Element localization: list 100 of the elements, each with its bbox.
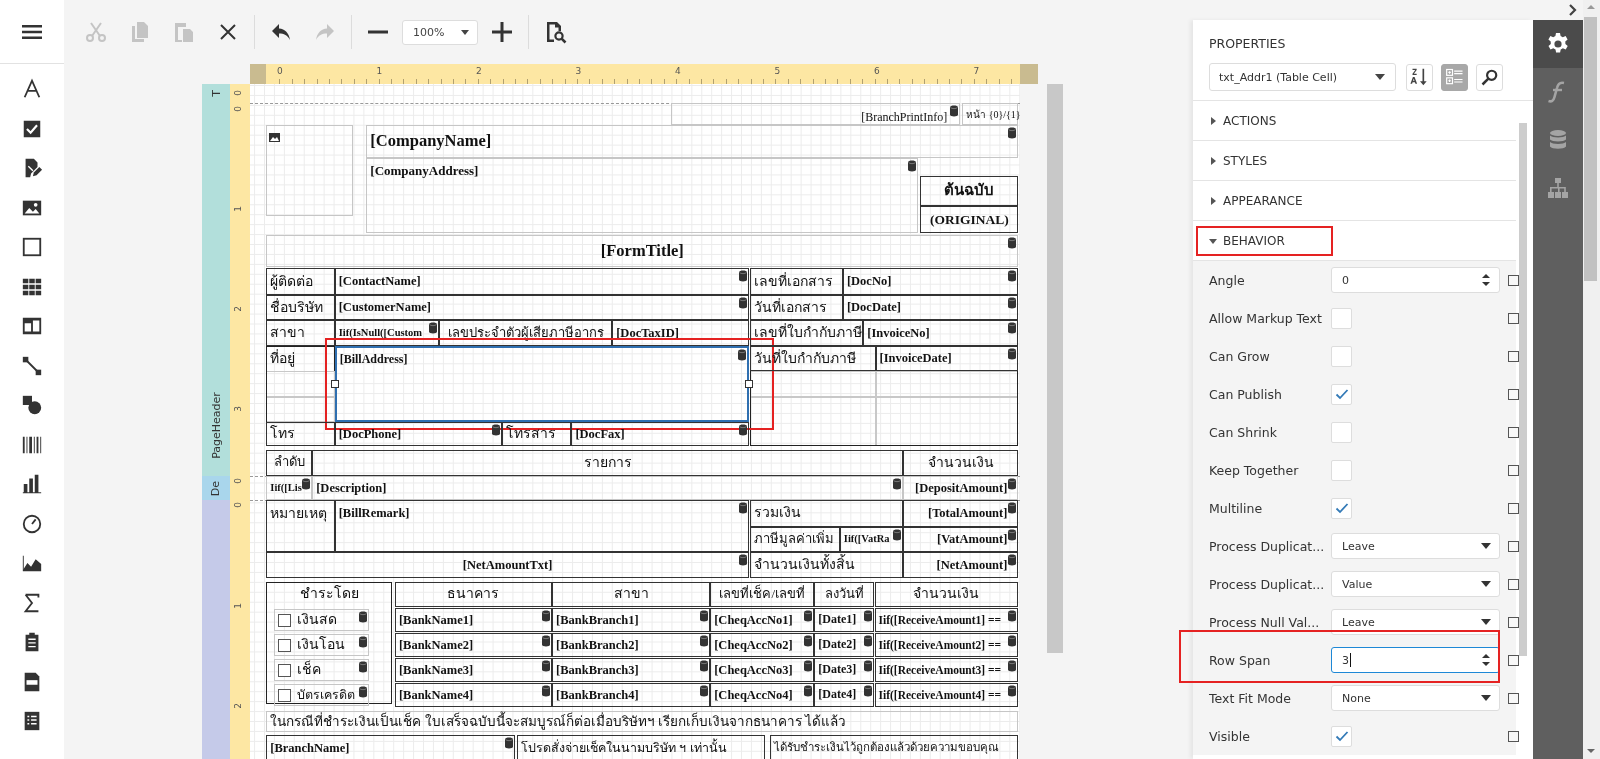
- gauge-icon[interactable]: [21, 512, 43, 535]
- report-cell[interactable]: บัตรเครดิต: [273, 684, 370, 707]
- report-cell[interactable]: ได้รับชำระเงินไว้ถูกต้องแล้วด้วยความขอบคุณ: [770, 734, 1019, 759]
- option-checkbox[interactable]: [1508, 731, 1519, 742]
- report-cell[interactable]: [BankBranch2]: [552, 633, 711, 658]
- report-cell[interactable]: [DocPhone]: [334, 422, 502, 446]
- collapse-icon[interactable]: [1568, 4, 1578, 16]
- option-checkbox[interactable]: [1508, 275, 1519, 286]
- report-cell[interactable]: ลำดับ: [266, 450, 313, 476]
- report-cell[interactable]: Iif([VatRa: [839, 526, 904, 552]
- report-cell[interactable]: ภาษีมูลค่าเพิ่ม: [750, 526, 840, 552]
- report-cell[interactable]: หมายเหตุ: [266, 500, 335, 552]
- option-checkbox[interactable]: [1508, 579, 1519, 590]
- report-cell[interactable]: [BankName1]: [394, 608, 552, 633]
- report-cell[interactable]: โทร: [266, 422, 335, 446]
- option-checkbox[interactable]: [1508, 313, 1519, 324]
- report-cell[interactable]: [TotalAmount]: [903, 500, 1019, 527]
- report-cell[interactable]: [VatAmount]: [903, 526, 1019, 552]
- resize-handle[interactable]: [745, 380, 753, 389]
- report-cell[interactable]: เลขที่เอกสาร: [750, 268, 843, 295]
- report-cell[interactable]: [InvoiceNo]: [863, 320, 1019, 346]
- section-header[interactable]: STYLES: [1193, 141, 1516, 181]
- report-cell[interactable]: [DocFax]: [571, 422, 749, 446]
- settings-tab[interactable]: [1533, 20, 1583, 68]
- report-cell[interactable]: [CompanyName]: [366, 124, 1019, 159]
- label-icon[interactable]: [21, 315, 43, 337]
- band-header[interactable]: PageHeader: [202, 103, 230, 476]
- report-cell[interactable]: [InvoiceDate]: [875, 345, 1019, 372]
- report-cell[interactable]: [BranchPrintInfo]: [671, 103, 961, 126]
- report-cell[interactable]: จำนวนเงิน: [874, 581, 1019, 608]
- report-cell[interactable]: ชำระโดย: [266, 581, 392, 608]
- report-cell[interactable]: หน้า {0}/{1}: [962, 103, 1019, 126]
- spinner-icon[interactable]: [1481, 272, 1491, 288]
- option-checkbox[interactable]: [1508, 427, 1519, 438]
- scrollbar[interactable]: [1519, 123, 1527, 656]
- rectangle-icon[interactable]: [21, 236, 43, 258]
- report-cell[interactable]: [Date4]: [814, 683, 875, 708]
- report-cell[interactable]: ชื่อบริษัท: [266, 294, 335, 321]
- report-cell[interactable]: (ORIGINAL): [920, 206, 1019, 233]
- report-cell[interactable]: [Date2]: [814, 633, 875, 658]
- report-cell[interactable]: [CheqAccNo3]: [710, 658, 815, 683]
- report-cell[interactable]: รวมเงิน: [750, 500, 904, 527]
- section-header[interactable]: ACTIONS: [1193, 101, 1516, 141]
- report-cell[interactable]: [BankBranch4]: [552, 683, 711, 708]
- report-cell[interactable]: [DepositAmount]: [903, 475, 1019, 500]
- object-selector[interactable]: txt_Addr1 (Table Cell): [1209, 63, 1396, 91]
- scrollbar[interactable]: [1583, 0, 1600, 759]
- report-cell[interactable]: [CheqAccNo4]: [710, 683, 815, 708]
- checkbox[interactable]: [277, 638, 291, 652]
- option-checkbox[interactable]: [1508, 465, 1519, 476]
- dropdown[interactable]: Leave: [1331, 533, 1500, 559]
- report-cell[interactable]: [DocTaxID]: [612, 320, 749, 346]
- band-header[interactable]: De: [202, 476, 230, 500]
- report-cell[interactable]: [Date3]: [814, 658, 875, 683]
- report-cell[interactable]: [DocDate]: [842, 294, 1019, 321]
- report-cell[interactable]: ในกรณีที่ชำระเงินเป็นเช็ค ใบเสร็จฉบับนี้จะสมบูรณ์ก็ต่อเมื่อบริษัทฯ เรียกเก็บเงินจากธนาคาร ได้แล้ว: [266, 711, 1019, 732]
- report-cell[interactable]: [BranchName]: [266, 734, 516, 759]
- report-cell[interactable]: [BillRemark]: [334, 500, 749, 552]
- checkbox[interactable]: [277, 663, 291, 677]
- plus-icon[interactable]: [490, 20, 514, 44]
- resize-handle[interactable]: [330, 380, 339, 389]
- band-header[interactable]: T: [202, 84, 230, 103]
- report-cell[interactable]: สาขา: [552, 581, 711, 608]
- report-cell[interactable]: ธนาคาร: [394, 581, 552, 608]
- dropdown[interactable]: Value: [1331, 571, 1500, 597]
- zoom-dropdown[interactable]: 100%: [402, 19, 478, 45]
- report-cell[interactable]: จำนวนเงิน: [903, 450, 1019, 476]
- option-checkbox[interactable]: [1508, 693, 1519, 704]
- report-cell[interactable]: [CustomerName]: [334, 294, 749, 321]
- scrollbar[interactable]: [1047, 84, 1063, 653]
- shapes-icon[interactable]: [21, 394, 43, 416]
- report-cell[interactable]: ต้นฉบับ: [920, 175, 1019, 207]
- report-cell[interactable]: Iif([ReceiveAmount4] ==: [874, 683, 1019, 708]
- checkbox[interactable]: [277, 688, 291, 702]
- report-cell[interactable]: วันที่เอกสาร: [750, 294, 843, 321]
- report-cell[interactable]: Iif([ReceiveAmount3] ==: [874, 658, 1019, 683]
- report-cell[interactable]: [BankBranch3]: [552, 658, 711, 683]
- option-checkbox[interactable]: [1508, 389, 1519, 400]
- option-checkbox[interactable]: [1508, 541, 1519, 552]
- dropdown[interactable]: Leave: [1331, 609, 1500, 635]
- sort-button[interactable]: [1406, 63, 1433, 91]
- search-button[interactable]: [1476, 63, 1503, 91]
- option-checkbox[interactable]: [1508, 351, 1519, 362]
- text-tool-icon[interactable]: [21, 78, 43, 100]
- report-cell[interactable]: ที่อยู่: [266, 345, 335, 372]
- report-cell[interactable]: สาขา: [266, 320, 335, 346]
- report-cell[interactable]: [BankName3]: [394, 658, 552, 683]
- report-cell[interactable]: Iif([ReceiveAmount1] ==: [874, 608, 1019, 633]
- dropdown[interactable]: None: [1331, 685, 1500, 711]
- report-cell[interactable]: เลขที่ใบกำกับภาษี: [750, 320, 864, 346]
- report-cell[interactable]: เลขประจำตัวผู้เสียภาษีอากร: [438, 320, 613, 346]
- report-cell[interactable]: [BankBranch1]: [552, 608, 711, 633]
- report-cell[interactable]: [FormTitle]: [266, 234, 1019, 268]
- report-cell[interactable]: Iif([ReceiveAmount2] ==: [874, 633, 1019, 658]
- report-cell[interactable]: [BankName2]: [394, 633, 552, 658]
- report-cell[interactable]: [CompanyAddress]: [366, 158, 919, 233]
- report-cell[interactable]: เงินสด: [273, 609, 370, 632]
- report-cell[interactable]: [NetAmount]: [903, 552, 1019, 578]
- report-cell[interactable]: Iif(IsNull([Custom: [334, 320, 439, 346]
- connector-icon[interactable]: [21, 354, 43, 377]
